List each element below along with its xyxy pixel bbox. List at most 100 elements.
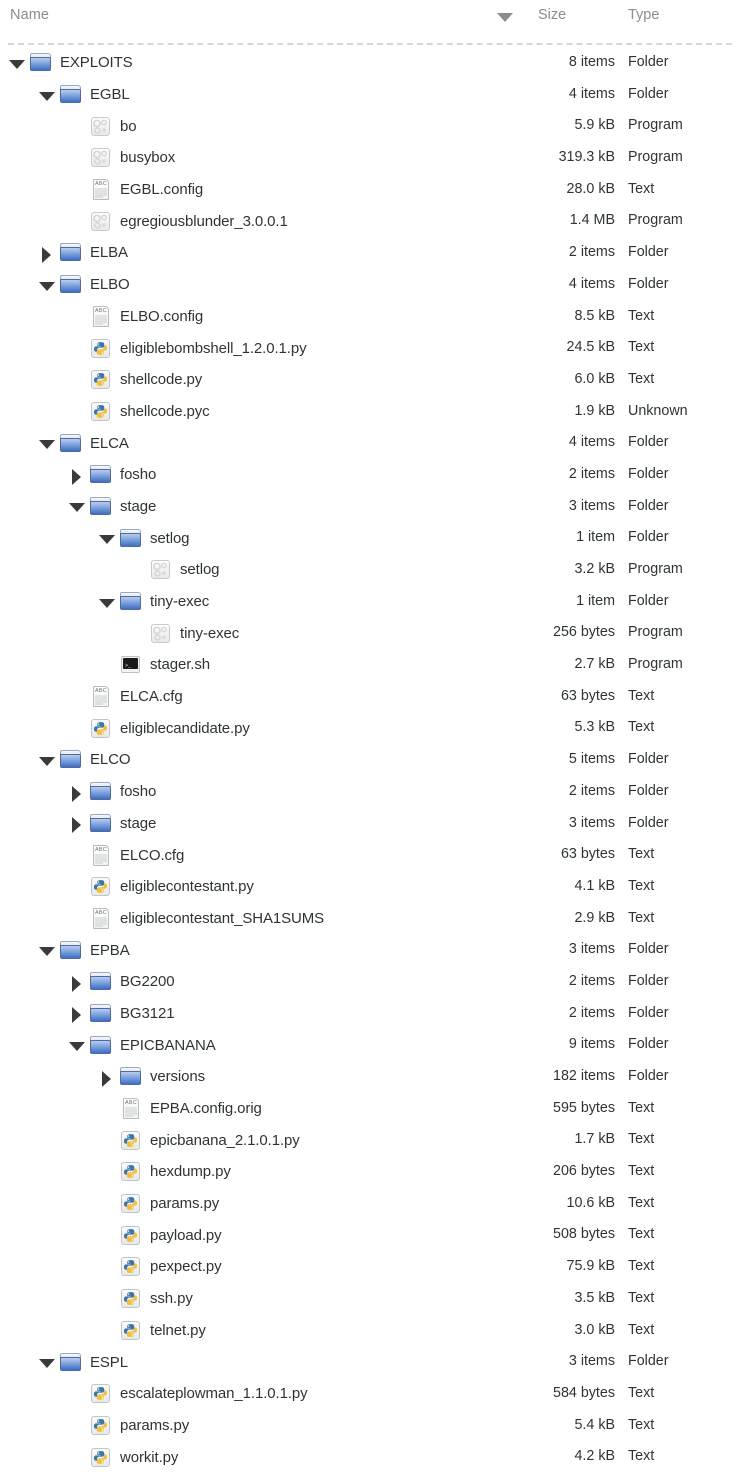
file-name-cell[interactable]: ABC EPBA.config.orig — [98, 1093, 262, 1125]
file-name-cell[interactable]: ABC ELCA.cfg — [68, 681, 183, 713]
sort-descending-icon[interactable] — [497, 13, 513, 22]
file-name-cell[interactable]: telnet.py — [98, 1315, 206, 1347]
file-tree-row[interactable]: ABC ELCA.cfg 63 bytes Text — [0, 681, 740, 713]
file-tree-row[interactable]: escalateplowman_1.1.0.1.py 584 bytes Text — [0, 1378, 740, 1410]
expander-expand-triangle[interactable] — [68, 466, 86, 485]
file-tree-row[interactable]: >_ stager.sh 2.7 kB Program — [0, 649, 740, 681]
file-name-cell[interactable]: >_ stager.sh — [98, 649, 210, 681]
file-tree-row[interactable]: shellcode.py 6.0 kB Text — [0, 364, 740, 396]
file-tree-row[interactable]: telnet.py 3.0 kB Text — [0, 1315, 740, 1347]
file-name-cell[interactable]: BG3121 — [68, 998, 175, 1030]
file-name-cell[interactable]: eligiblecontestant.py — [68, 871, 254, 903]
expander-collapse-triangle[interactable] — [38, 434, 56, 452]
expander-collapse-triangle[interactable] — [38, 751, 56, 769]
file-name-cell[interactable]: workit.py — [68, 1441, 178, 1473]
file-name-cell[interactable]: epicbanana_2.1.0.1.py — [98, 1124, 300, 1156]
file-name-cell[interactable]: escalateplowman_1.1.0.1.py — [68, 1378, 308, 1410]
file-tree-row[interactable]: busybox 319.3 kB Program — [0, 142, 740, 174]
file-tree-row[interactable]: fosho 2 items Folder — [0, 459, 740, 491]
file-name-cell[interactable]: ABC ELBO.config — [68, 301, 203, 333]
file-tree-row[interactable]: ABC ELBO.config 8.5 kB Text — [0, 301, 740, 333]
file-name-cell[interactable]: hexdump.py — [98, 1156, 231, 1188]
expander-collapse-triangle[interactable] — [38, 276, 56, 294]
file-tree-row[interactable]: workit.py 4.2 kB Text — [0, 1441, 740, 1473]
file-tree-row[interactable]: eligiblecandidate.py 5.3 kB Text — [0, 712, 740, 744]
file-tree-row[interactable]: ELCA 4 items Folder — [0, 427, 740, 459]
expander-collapse-triangle[interactable] — [68, 1036, 86, 1054]
file-name-cell[interactable]: EGBL — [38, 79, 130, 111]
file-tree-row[interactable]: setlog 3.2 kB Program — [0, 554, 740, 586]
file-tree-row[interactable]: ABC EGBL.config 28.0 kB Text — [0, 174, 740, 206]
expander-collapse-triangle[interactable] — [38, 1353, 56, 1371]
file-name-cell[interactable]: setlog — [128, 554, 220, 586]
file-name-cell[interactable]: ELBA — [38, 237, 128, 269]
file-name-cell[interactable]: stage — [68, 808, 156, 840]
file-name-cell[interactable]: EXPLOITS — [8, 47, 133, 79]
file-tree-row[interactable]: stage 3 items Folder — [0, 808, 740, 840]
file-name-cell[interactable]: busybox — [68, 142, 175, 174]
file-tree-row[interactable]: params.py 5.4 kB Text — [0, 1410, 740, 1442]
file-tree-row[interactable]: tiny-exec 256 bytes Program — [0, 617, 740, 649]
file-name-cell[interactable]: shellcode.pyc — [68, 396, 210, 428]
file-tree-row[interactable]: eligiblecontestant.py 4.1 kB Text — [0, 871, 740, 903]
file-name-cell[interactable]: stage — [68, 491, 156, 523]
expander-expand-triangle[interactable] — [68, 783, 86, 802]
expander-collapse-triangle[interactable] — [38, 86, 56, 104]
column-header-size[interactable]: Size — [538, 7, 566, 23]
expander-collapse-triangle[interactable] — [38, 941, 56, 959]
file-tree-row[interactable]: EXPLOITS 8 items Folder — [0, 47, 740, 79]
file-tree-row[interactable]: EPBA 3 items Folder — [0, 934, 740, 966]
file-tree-row[interactable]: setlog 1 item Folder — [0, 522, 740, 554]
file-tree-row[interactable]: pexpect.py 75.9 kB Text — [0, 1251, 740, 1283]
expander-expand-triangle[interactable] — [68, 814, 86, 834]
file-name-cell[interactable]: ELCA — [38, 427, 129, 459]
file-name-cell[interactable]: ESPL — [38, 1346, 128, 1378]
expander-expand-triangle[interactable] — [98, 1068, 116, 1087]
file-tree-row[interactable]: ABC eligiblecontestant_SHA1SUMS 2.9 kB Text — [0, 903, 740, 935]
file-tree-row[interactable]: versions 182 items Folder — [0, 1061, 740, 1093]
file-name-cell[interactable]: ABC eligiblecontestant_SHA1SUMS — [68, 903, 324, 935]
file-tree-row[interactable]: payload.py 508 bytes Text — [0, 1219, 740, 1251]
file-name-cell[interactable]: tiny-exec — [98, 586, 209, 618]
file-name-cell[interactable]: BG2200 — [68, 966, 175, 998]
file-name-cell[interactable]: fosho — [68, 776, 156, 808]
file-tree-row[interactable]: epicbanana_2.1.0.1.py 1.7 kB Text — [0, 1124, 740, 1156]
file-tree-row[interactable]: params.py 10.6 kB Text — [0, 1188, 740, 1220]
file-tree-row[interactable]: egregiousblunder_3.0.0.1 1.4 MB Program — [0, 205, 740, 237]
file-name-cell[interactable]: pexpect.py — [98, 1251, 222, 1283]
expander-expand-triangle[interactable] — [68, 973, 86, 992]
expander-expand-triangle[interactable] — [38, 244, 56, 263]
file-name-cell[interactable]: shellcode.py — [68, 364, 202, 396]
file-name-cell[interactable]: ABC EGBL.config — [68, 174, 203, 206]
file-name-cell[interactable]: tiny-exec — [128, 617, 239, 649]
file-tree-row[interactable]: bo 5.9 kB Program — [0, 110, 740, 142]
file-tree-row[interactable]: ESPL 3 items Folder — [0, 1346, 740, 1378]
expander-collapse-triangle[interactable] — [68, 497, 86, 515]
column-header-name[interactable]: Name — [10, 7, 49, 23]
file-name-cell[interactable]: ELBO — [38, 269, 130, 301]
file-tree-row[interactable]: EGBL 4 items Folder — [0, 79, 740, 111]
column-header-type[interactable]: Type — [628, 7, 659, 23]
file-name-cell[interactable]: ELCO — [38, 744, 131, 776]
file-name-cell[interactable]: ssh.py — [98, 1283, 193, 1315]
file-name-cell[interactable]: versions — [98, 1061, 205, 1093]
file-name-cell[interactable]: egregiousblunder_3.0.0.1 — [68, 205, 288, 237]
file-name-cell[interactable]: EPICBANANA — [68, 1029, 216, 1061]
file-tree-row[interactable]: eligiblebombshell_1.2.0.1.py 24.5 kB Text — [0, 332, 740, 364]
file-name-cell[interactable]: EPBA — [38, 934, 130, 966]
file-name-cell[interactable]: setlog — [98, 522, 190, 554]
file-name-cell[interactable]: payload.py — [98, 1219, 222, 1251]
file-tree-row[interactable]: ELBO 4 items Folder — [0, 269, 740, 301]
file-name-cell[interactable]: ABC ELCO.cfg — [68, 839, 184, 871]
file-name-cell[interactable]: bo — [68, 110, 137, 142]
expander-expand-triangle[interactable] — [68, 1004, 86, 1024]
file-name-cell[interactable]: fosho — [68, 459, 156, 491]
file-name-cell[interactable]: eligiblecandidate.py — [68, 712, 250, 744]
expander-collapse-triangle[interactable] — [98, 593, 116, 611]
file-tree-row[interactable]: EPICBANANA 9 items Folder — [0, 1029, 740, 1061]
file-name-cell[interactable]: params.py — [68, 1410, 189, 1442]
file-tree-row[interactable]: hexdump.py 206 bytes Text — [0, 1156, 740, 1188]
file-tree-row[interactable]: ABC EPBA.config.orig 595 bytes Text — [0, 1093, 740, 1125]
file-tree-row[interactable]: tiny-exec 1 item Folder — [0, 586, 740, 618]
expander-collapse-triangle[interactable] — [8, 54, 26, 72]
